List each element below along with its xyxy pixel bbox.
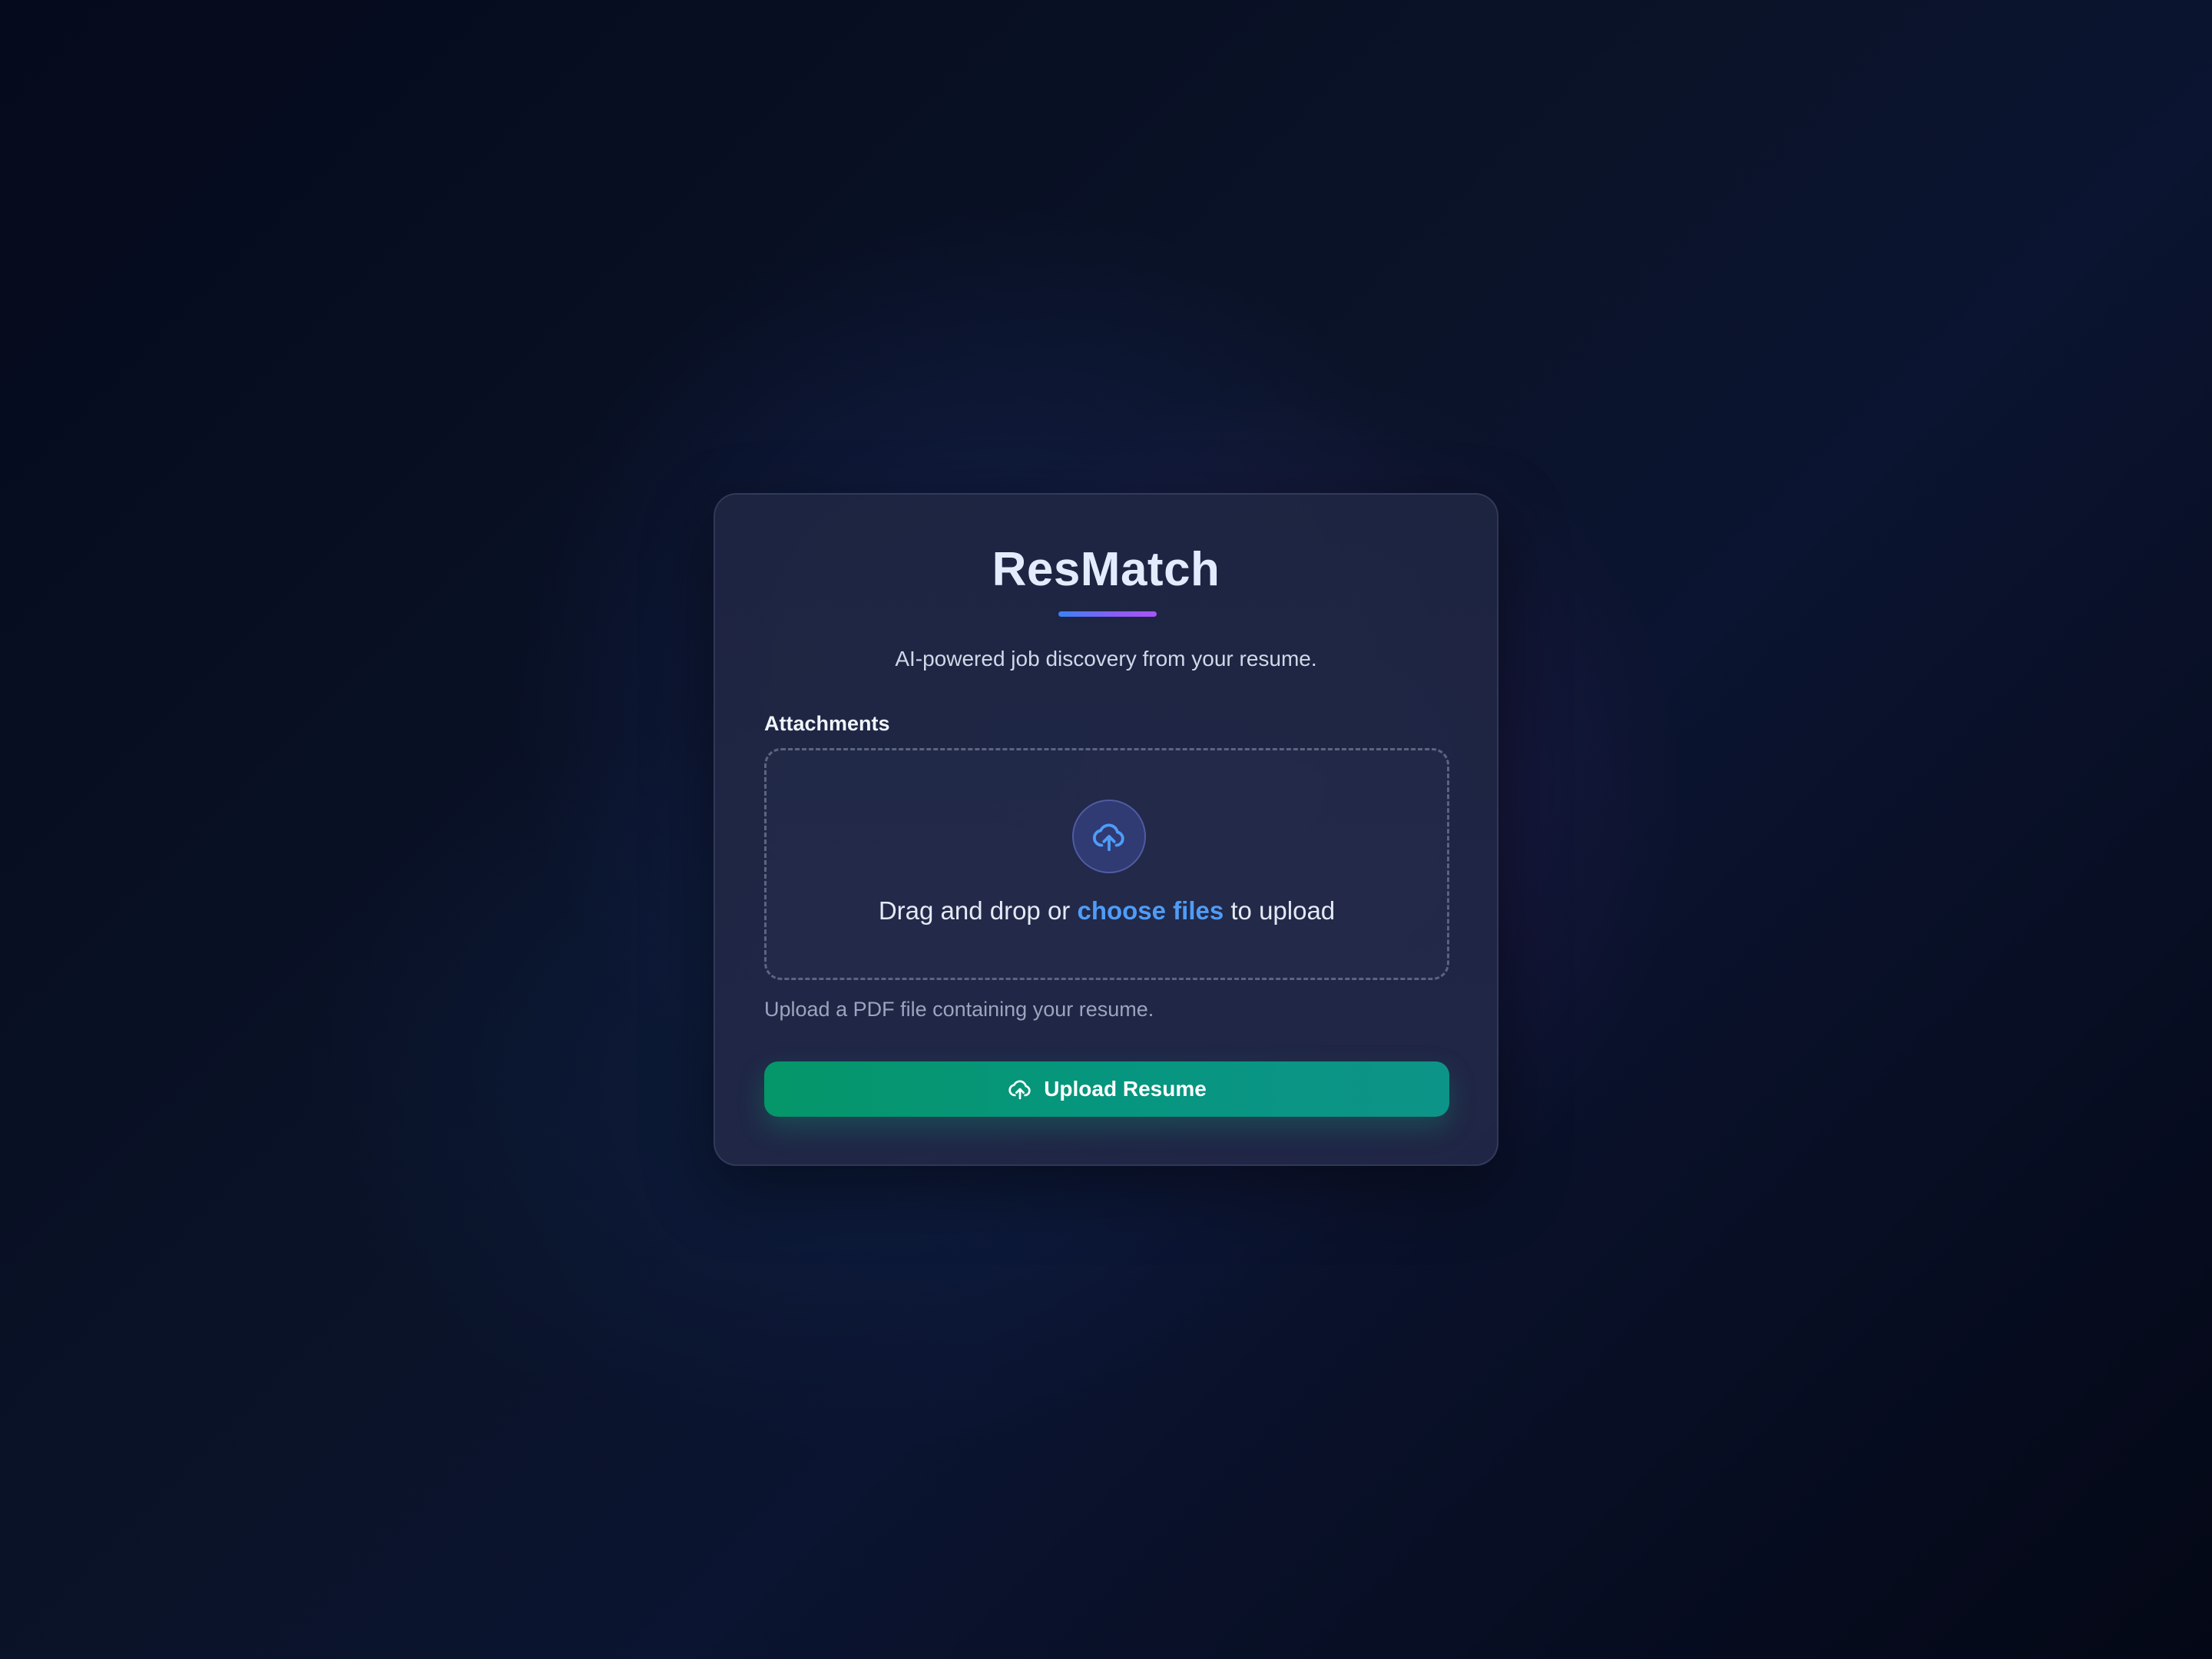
dropzone-text-before: Drag and drop or (878, 896, 1071, 925)
title-underline (1058, 611, 1157, 617)
upload-resume-button[interactable]: Upload Resume (764, 1061, 1449, 1117)
cloud-upload-icon (1072, 800, 1146, 873)
app-title: ResMatch (992, 543, 1220, 596)
upload-resume-label: Upload Resume (1044, 1077, 1207, 1101)
upload-card: ResMatch AI-powered job discovery from y… (714, 493, 1498, 1166)
helper-text: Upload a PDF file containing your resume… (764, 998, 1154, 1021)
attachments-label: Attachments (764, 712, 890, 735)
choose-files-link[interactable]: choose files (1077, 896, 1224, 925)
file-dropzone[interactable]: Drag and drop or choose files to upload (764, 748, 1449, 980)
cloud-upload-icon (1007, 1076, 1033, 1102)
dropzone-text-after: to upload (1230, 896, 1336, 925)
app-subtitle: AI-powered job discovery from your resum… (895, 647, 1317, 671)
dropzone-instructions: Drag and drop or choose files to upload (767, 895, 1447, 927)
